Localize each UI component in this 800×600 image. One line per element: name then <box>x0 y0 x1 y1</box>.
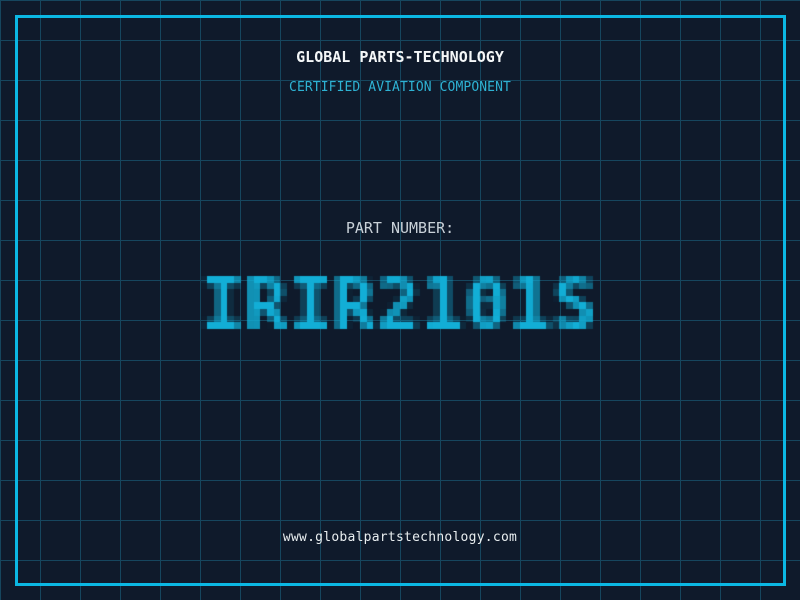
certification-tagline: CERTIFIED AVIATION COMPONENT <box>289 80 511 95</box>
part-number-label: PART NUMBER: <box>345 219 455 237</box>
part-certificate-card: GLOBAL PARTS-TECHNOLOGY CERTIFIED AVIATI… <box>0 0 800 600</box>
website-url: www.globalpartstechnology.com <box>282 530 518 545</box>
company-name: GLOBAL PARTS-TECHNOLOGY <box>296 48 504 66</box>
part-number-display <box>194 256 606 362</box>
